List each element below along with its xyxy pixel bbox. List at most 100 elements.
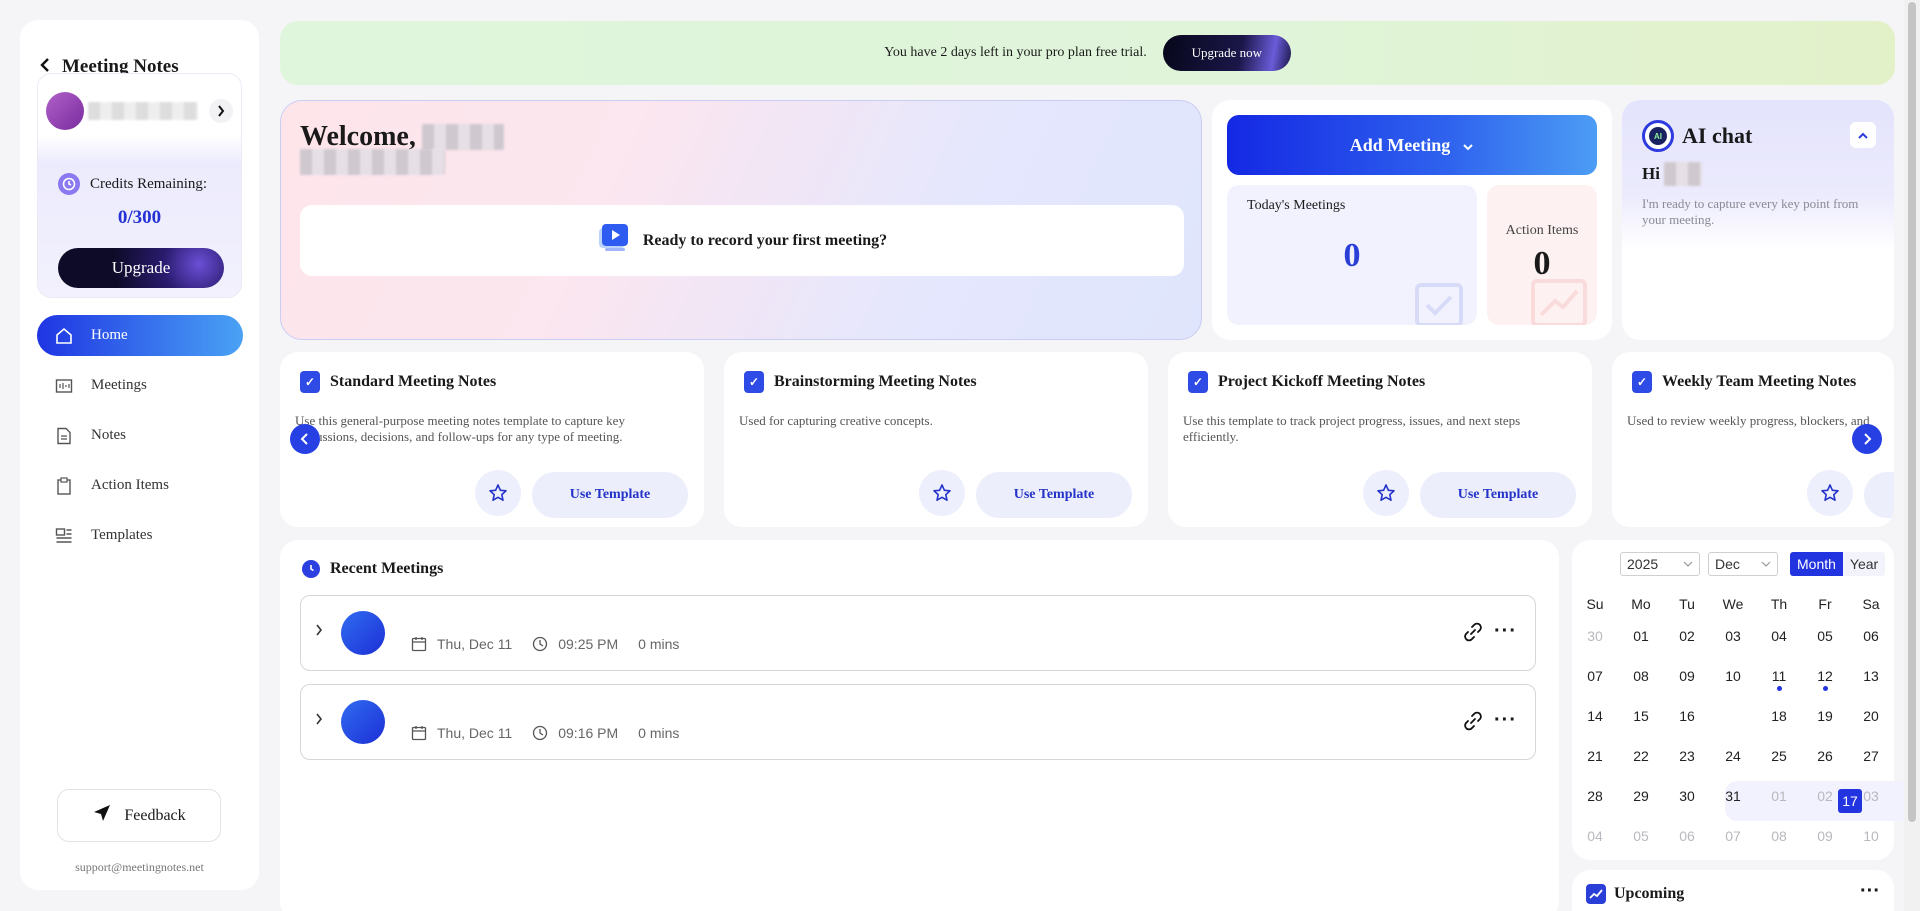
meeting-row[interactable]: Thu, Dec 11 09:25 PM 0 mins ··· bbox=[300, 595, 1536, 671]
calendar-day[interactable]: 08 bbox=[1756, 816, 1802, 856]
support-email[interactable]: support@meetingnotes.net bbox=[20, 860, 259, 875]
carousel-next-icon[interactable] bbox=[1852, 424, 1882, 454]
use-template-button[interactable]: Use Template bbox=[532, 472, 688, 518]
calendar-day[interactable]: 03 bbox=[1848, 776, 1894, 816]
sidebar-item-templates[interactable]: Templates bbox=[37, 515, 243, 556]
meeting-duration: 0 mins bbox=[638, 725, 680, 741]
add-meeting-button[interactable]: Add Meeting bbox=[1227, 115, 1597, 175]
chart-trend-icon bbox=[1531, 279, 1587, 325]
calendar-day[interactable]: 04 bbox=[1756, 616, 1802, 656]
calendar-day[interactable]: 11 bbox=[1756, 656, 1802, 696]
more-options-icon[interactable]: ··· bbox=[1860, 880, 1880, 903]
sidebar-item-action-items[interactable]: Action Items bbox=[37, 465, 243, 506]
scrollbar-thumb[interactable] bbox=[1908, 2, 1916, 822]
calendar-day[interactable]: 06 bbox=[1848, 616, 1894, 656]
calendar-day[interactable]: 07 bbox=[1710, 816, 1756, 856]
calendar-day[interactable]: 09 bbox=[1664, 656, 1710, 696]
calendar-day[interactable]: 08 bbox=[1618, 656, 1664, 696]
calendar-day[interactable]: 07 bbox=[1572, 656, 1618, 696]
calendar-day[interactable]: 27 bbox=[1848, 736, 1894, 776]
user-name-redacted bbox=[88, 102, 198, 120]
welcome-card: Welcome, Ready to record your first meet… bbox=[280, 100, 1202, 340]
calendar-day[interactable]: 30 bbox=[1664, 776, 1710, 816]
notes-icon bbox=[55, 427, 73, 445]
calendar-day[interactable]: 23 bbox=[1664, 736, 1710, 776]
calendar-day[interactable]: 26 bbox=[1802, 736, 1848, 776]
upcoming-panel: Upcoming ··· bbox=[1572, 870, 1894, 911]
calendar-day[interactable]: 02 bbox=[1664, 616, 1710, 656]
sidebar-item-notes[interactable]: Notes bbox=[37, 415, 243, 456]
expand-chevron-icon[interactable] bbox=[315, 712, 323, 728]
meeting-meta: Thu, Dec 11 09:25 PM 0 mins bbox=[411, 636, 679, 652]
calendar-day[interactable]: 04 bbox=[1572, 816, 1618, 856]
sidebar-item-meetings[interactable]: Meetings bbox=[37, 365, 243, 406]
calendar-day[interactable]: 10 bbox=[1848, 816, 1894, 856]
calendar-day[interactable]: 20 bbox=[1848, 696, 1894, 736]
profile-chevron-right-icon[interactable] bbox=[209, 99, 233, 123]
calendar-day[interactable]: 02 bbox=[1802, 776, 1848, 816]
month-view-button[interactable]: Month bbox=[1790, 552, 1843, 576]
calendar-day[interactable]: 06 bbox=[1664, 816, 1710, 856]
document-check-icon: ✓ bbox=[300, 371, 320, 393]
document-check-icon: ✓ bbox=[1188, 371, 1208, 393]
year-view-button[interactable]: Year bbox=[1842, 552, 1886, 576]
use-template-button[interactable] bbox=[1864, 472, 1894, 518]
calendar-day[interactable]: 24 bbox=[1710, 736, 1756, 776]
calendar-day[interactable]: 09 bbox=[1802, 816, 1848, 856]
more-options-icon[interactable]: ··· bbox=[1494, 709, 1517, 732]
action-items-label: Action Items bbox=[1505, 223, 1579, 238]
meeting-row[interactable]: Thu, Dec 11 09:16 PM 0 mins ··· bbox=[300, 684, 1536, 760]
record-meeting-prompt[interactable]: Ready to record your first meeting? bbox=[300, 205, 1184, 276]
calendar-day[interactable]: 12 bbox=[1802, 656, 1848, 696]
calendar-day[interactable]: 14 bbox=[1572, 696, 1618, 736]
ai-logo-icon: AI bbox=[1642, 120, 1674, 152]
calendar-day[interactable]: 05 bbox=[1802, 616, 1848, 656]
calendar-day[interactable]: 03 bbox=[1710, 616, 1756, 656]
calendar-day[interactable]: 21 bbox=[1572, 736, 1618, 776]
calendar-day[interactable]: 05 bbox=[1618, 816, 1664, 856]
calendar-day[interactable]: 25 bbox=[1756, 736, 1802, 776]
calendar-day[interactable]: 10 bbox=[1710, 656, 1756, 696]
todays-meetings-stat[interactable]: Today's Meetings 0 bbox=[1227, 185, 1477, 325]
calendar-day[interactable]: 18 bbox=[1756, 696, 1802, 736]
calendar-day[interactable]: 28 bbox=[1572, 776, 1618, 816]
link-icon[interactable] bbox=[1463, 622, 1483, 647]
calendar-day[interactable]: 13 bbox=[1848, 656, 1894, 696]
calendar-day[interactable]: 29 bbox=[1618, 776, 1664, 816]
chevron-up-icon[interactable] bbox=[1850, 122, 1876, 148]
document-check-icon: ✓ bbox=[744, 371, 764, 393]
calendar-day[interactable]: 22 bbox=[1618, 736, 1664, 776]
calendar-day[interactable]: 31 bbox=[1710, 776, 1756, 816]
page-scrollbar[interactable] bbox=[1904, 0, 1920, 911]
favorite-star-icon[interactable] bbox=[1807, 470, 1853, 516]
link-icon[interactable] bbox=[1463, 711, 1483, 736]
use-template-button[interactable]: Use Template bbox=[1420, 472, 1576, 518]
home-icon bbox=[55, 327, 73, 345]
sidebar-item-home[interactable]: Home bbox=[37, 315, 243, 356]
weekday-header: Sa bbox=[1862, 596, 1880, 612]
calendar-day[interactable]: 01 bbox=[1618, 616, 1664, 656]
month-select[interactable]: Dec bbox=[1708, 552, 1778, 576]
calendar-day[interactable]: 01 bbox=[1756, 776, 1802, 816]
upgrade-now-button[interactable]: Upgrade now bbox=[1162, 35, 1291, 71]
weekday-header: Mo bbox=[1631, 596, 1651, 612]
favorite-star-icon[interactable] bbox=[475, 470, 521, 516]
favorite-star-icon[interactable] bbox=[1363, 470, 1409, 516]
upgrade-button[interactable]: Upgrade bbox=[58, 248, 224, 288]
calendar-day[interactable]: 30 bbox=[1572, 616, 1618, 656]
credits-label: Credits Remaining: bbox=[90, 175, 208, 192]
feedback-button[interactable]: Feedback bbox=[57, 789, 221, 842]
credits-row: Credits Remaining: bbox=[58, 173, 207, 195]
use-template-button[interactable]: Use Template bbox=[976, 472, 1132, 518]
calendar-day[interactable]: 16 bbox=[1664, 696, 1710, 736]
calendar-day[interactable]: 15 bbox=[1618, 696, 1664, 736]
more-options-icon[interactable]: ··· bbox=[1494, 620, 1517, 643]
action-items-stat[interactable]: Action Items 0 bbox=[1487, 185, 1597, 325]
expand-chevron-icon[interactable] bbox=[315, 623, 323, 639]
favorite-star-icon[interactable] bbox=[919, 470, 965, 516]
carousel-prev-icon[interactable] bbox=[290, 424, 320, 454]
calendar-day[interactable]: 19 bbox=[1802, 696, 1848, 736]
user-profile[interactable] bbox=[46, 92, 198, 130]
calendar-icon bbox=[411, 726, 427, 741]
year-select[interactable]: 2025 bbox=[1620, 552, 1700, 576]
